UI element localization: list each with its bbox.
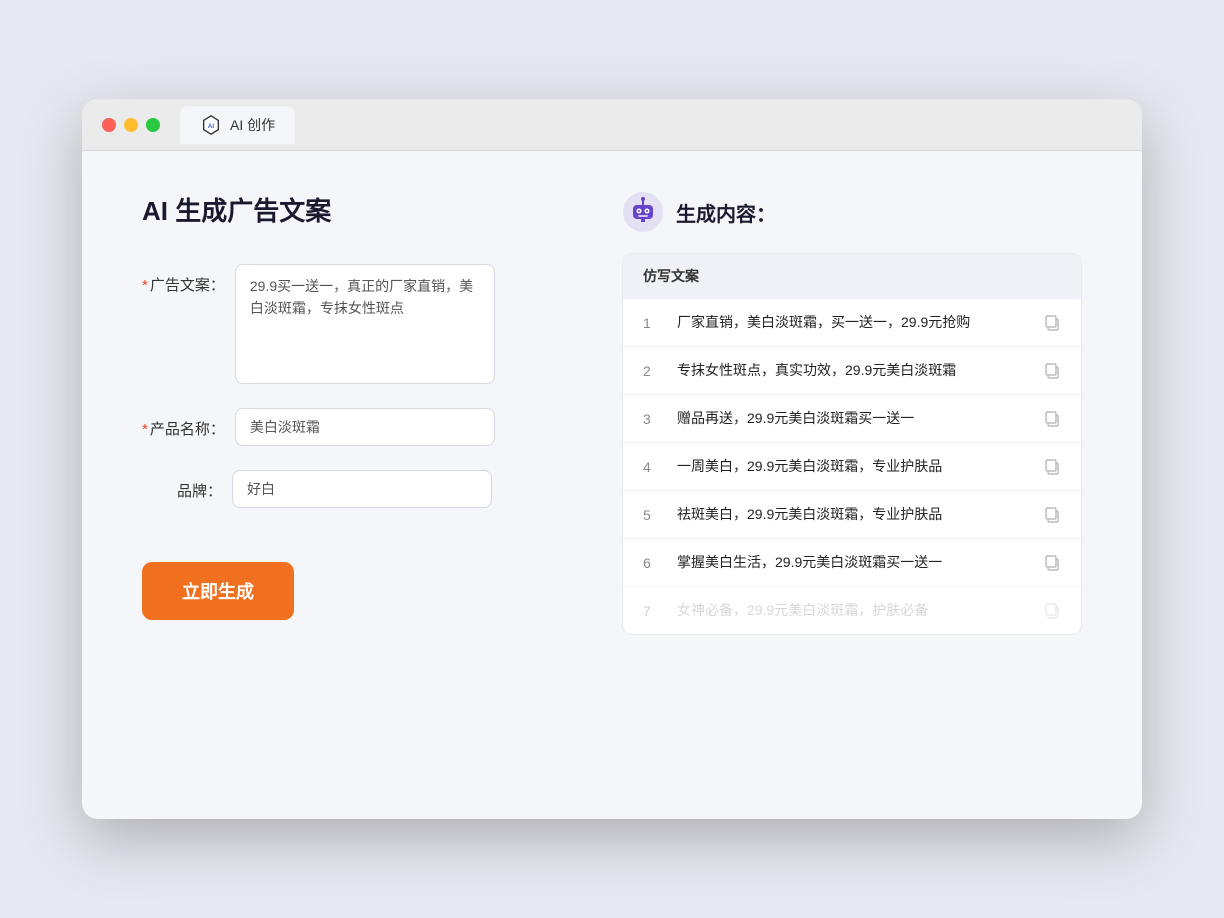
- row-text: 女神必备，29.9元美白淡斑霜，护肤必备: [677, 600, 1027, 621]
- copy-icon[interactable]: [1043, 410, 1061, 428]
- row-number: 6: [643, 555, 661, 571]
- table-row: 2 专抹女性斑点，真实功效，29.9元美白淡斑霜: [623, 346, 1081, 394]
- brand-input[interactable]: [232, 470, 492, 508]
- result-header: 生成内容：: [622, 191, 1082, 233]
- row-text: 祛斑美白，29.9元美白淡斑霜，专业护肤品: [677, 504, 1027, 525]
- page-title: AI 生成广告文案: [142, 191, 562, 228]
- result-table: 仿写文案 1 厂家直销，美白淡斑霜，买一送一，29.9元抢购 2 专抹女性斑点，…: [622, 253, 1082, 635]
- row-number: 4: [643, 459, 661, 475]
- browser-window: AI AI 创作 AI 生成广告文案 *广告文案： 29.9买一送一，真正的厂家…: [82, 99, 1142, 819]
- ad-copy-label: *广告文案：: [142, 264, 225, 295]
- right-panel: 生成内容： 仿写文案 1 厂家直销，美白淡斑霜，买一送一，29.9元抢购 2 专…: [622, 191, 1082, 635]
- table-row: 7 女神必备，29.9元美白淡斑霜，护肤必备: [623, 586, 1081, 634]
- row-number: 2: [643, 363, 661, 379]
- table-row: 4 一周美白，29.9元美白淡斑霜，专业护肤品: [623, 442, 1081, 490]
- product-name-input[interactable]: [235, 408, 495, 446]
- row-number: 1: [643, 315, 661, 331]
- robot-icon: [622, 191, 664, 233]
- brand-label: 品牌：: [142, 470, 222, 501]
- table-row: 1 厂家直销，美白淡斑霜，买一送一，29.9元抢购: [623, 298, 1081, 346]
- copy-icon[interactable]: [1043, 506, 1061, 524]
- titlebar: AI AI 创作: [82, 99, 1142, 151]
- brand-row: 品牌：: [142, 470, 562, 508]
- ai-tab[interactable]: AI AI 创作: [180, 106, 295, 144]
- required-star: *: [142, 277, 148, 294]
- traffic-lights: [102, 118, 160, 132]
- table-row: 3 赠品再送，29.9元美白淡斑霜买一送一: [623, 394, 1081, 442]
- row-text: 赠品再送，29.9元美白淡斑霜买一送一: [677, 408, 1027, 429]
- product-name-label: *产品名称：: [142, 408, 225, 439]
- table-row: 6 掌握美白生活，29.9元美白淡斑霜买一送一: [623, 538, 1081, 586]
- row-text: 掌握美白生活，29.9元美白淡斑霜买一送一: [677, 552, 1027, 573]
- row-number: 3: [643, 411, 661, 427]
- ai-tab-icon: AI: [200, 114, 222, 136]
- generate-button[interactable]: 立即生成: [142, 562, 294, 620]
- tab-label: AI 创作: [230, 115, 275, 135]
- copy-icon[interactable]: [1043, 314, 1061, 332]
- row-number: 7: [643, 603, 661, 619]
- product-name-row: *产品名称：: [142, 408, 562, 446]
- row-text: 专抹女性斑点，真实功效，29.9元美白淡斑霜: [677, 360, 1027, 381]
- copy-icon[interactable]: [1043, 602, 1061, 620]
- ad-copy-row: *广告文案： 29.9买一送一，真正的厂家直销，美白淡斑霜，专抹女性斑点: [142, 264, 562, 384]
- minimize-button[interactable]: [124, 118, 138, 132]
- maximize-button[interactable]: [146, 118, 160, 132]
- copy-icon[interactable]: [1043, 362, 1061, 380]
- svg-text:AI: AI: [208, 123, 215, 130]
- ad-copy-input[interactable]: 29.9买一送一，真正的厂家直销，美白淡斑霜，专抹女性斑点: [235, 264, 495, 384]
- content-area: AI 生成广告文案 *广告文案： 29.9买一送一，真正的厂家直销，美白淡斑霜，…: [82, 151, 1142, 675]
- close-button[interactable]: [102, 118, 116, 132]
- row-text: 厂家直销，美白淡斑霜，买一送一，29.9元抢购: [677, 312, 1027, 333]
- row-text: 一周美白，29.9元美白淡斑霜，专业护肤品: [677, 456, 1027, 477]
- left-panel: AI 生成广告文案 *广告文案： 29.9买一送一，真正的厂家直销，美白淡斑霜，…: [142, 191, 562, 635]
- table-row: 5 祛斑美白，29.9元美白淡斑霜，专业护肤品: [623, 490, 1081, 538]
- row-number: 5: [643, 507, 661, 523]
- copy-icon[interactable]: [1043, 458, 1061, 476]
- table-header: 仿写文案: [623, 254, 1081, 298]
- required-star-2: *: [142, 421, 148, 438]
- copy-icon[interactable]: [1043, 554, 1061, 572]
- result-title: 生成内容：: [676, 198, 776, 227]
